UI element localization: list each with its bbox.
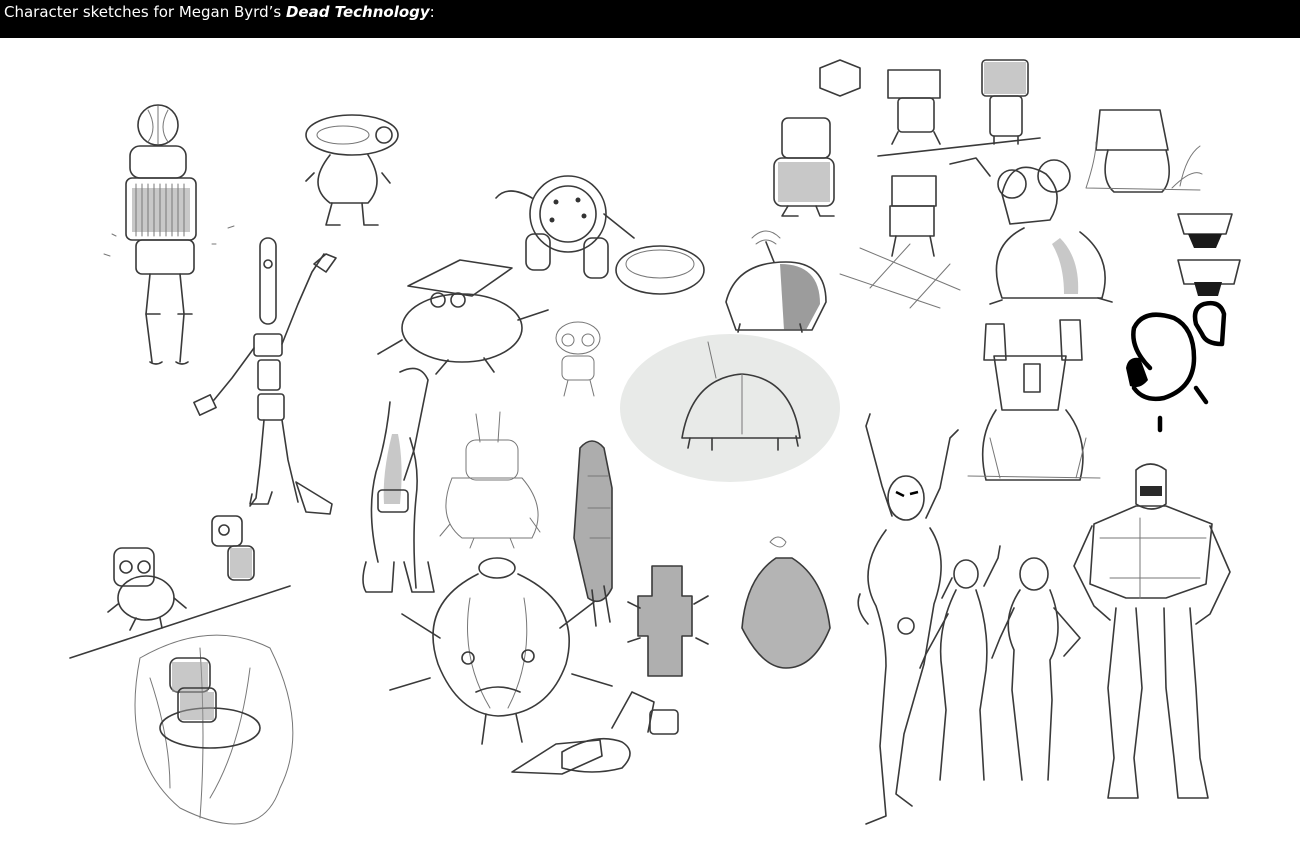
sketch-arms-up-robot <box>857 413 959 825</box>
sketch-grass-koala <box>1085 109 1203 193</box>
sketch-saucer-robot <box>377 259 549 375</box>
sketch-hairy-creature <box>741 536 831 669</box>
sketch-round-dotted-robot <box>495 175 705 295</box>
sketch-spiky-bulb-robot <box>389 557 613 745</box>
header-suffix: : <box>429 3 435 21</box>
sketch-oval-head-robot <box>305 114 399 226</box>
sketch-watercolor-dome-robot <box>620 334 840 482</box>
sketch-large-koala-robot <box>967 319 1101 481</box>
sketch-grid-boxy-robot <box>839 157 991 309</box>
sketch-curved-neck-robot <box>362 367 435 593</box>
sketch-ledge-robots <box>69 515 291 659</box>
sketch-tall-striped-robot <box>103 104 235 365</box>
sketch-artwork <box>69 59 1241 825</box>
sketch-spiky-tower-robot <box>627 565 709 677</box>
sketch-bulky-robot <box>1073 463 1231 799</box>
sketch-koala-robot <box>989 159 1113 305</box>
sketch-stick-antenna-robot <box>193 237 337 515</box>
sketch-koala-icons <box>1177 213 1241 296</box>
sketch-ink-koala-head <box>1126 300 1227 433</box>
sketch-boxy-walker-robot <box>773 117 835 217</box>
sketch-crater-robot <box>134 634 294 825</box>
header-prefix: Character sketches for Megan Byrd’s <box>4 3 286 21</box>
page-header: Character sketches for Megan Byrd’s Dead… <box>0 0 1300 38</box>
sketch-cloaked-figure <box>573 440 613 627</box>
sketch-sheet <box>0 38 1300 850</box>
header-title: Dead Technology <box>285 3 430 21</box>
sketch-goggle-robot <box>555 321 601 397</box>
sketch-slim-walking-robots <box>919 545 1081 781</box>
sketch-top-boxy-robots <box>819 59 1041 157</box>
sketch-rabbit-ear-robot <box>439 411 541 549</box>
sketch-cart-robot <box>725 230 827 333</box>
